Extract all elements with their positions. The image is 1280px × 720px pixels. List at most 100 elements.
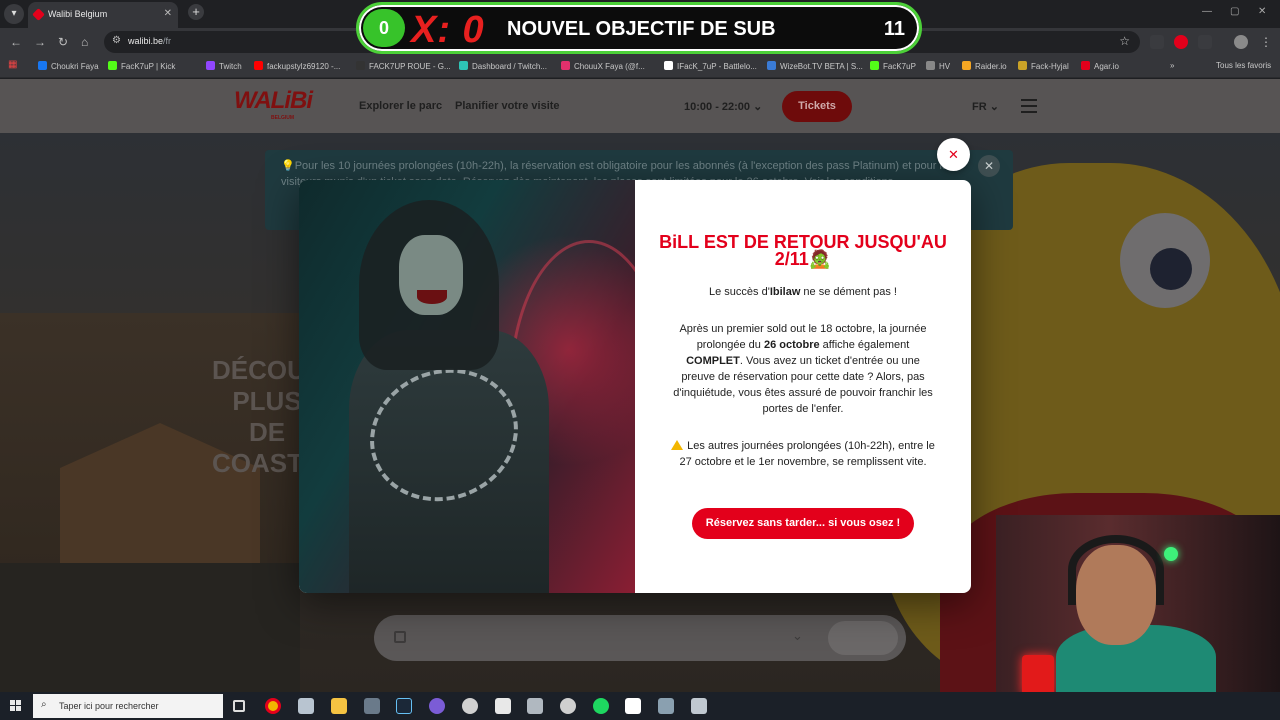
media-app-icon[interactable] xyxy=(691,698,707,714)
walibi-logo[interactable]: WALiBi xyxy=(234,87,313,115)
modal-intro: Le succès d'Ibilaw ne se dément pas ! xyxy=(709,286,897,298)
home-icon[interactable]: ⌂ xyxy=(81,35,88,49)
taskbar-search-input[interactable]: ⌕ Taper ici pour rechercher xyxy=(33,694,223,718)
bill-horror-image xyxy=(299,180,635,593)
browser-menu-icon[interactable]: ⋮ xyxy=(1260,35,1272,49)
chevron-down-icon[interactable]: ⌄ xyxy=(792,628,803,644)
bookmark-favicon-icon xyxy=(459,61,468,70)
sub-goal-progress: 0 xyxy=(363,9,405,47)
calendar-icon[interactable] xyxy=(394,631,406,643)
search-icon: ⌕ xyxy=(41,699,47,710)
booking-submit-button[interactable] xyxy=(828,621,898,655)
x-score: X: 0 xyxy=(411,9,485,51)
bookmark-favicon-icon xyxy=(254,61,263,70)
menu-icon[interactable] xyxy=(1021,99,1037,113)
extensions-puzzle-icon[interactable] xyxy=(1198,35,1212,49)
minimize-icon[interactable]: — xyxy=(1202,6,1212,17)
streaming-app-icon[interactable] xyxy=(429,698,445,714)
app-icon[interactable] xyxy=(527,698,543,714)
bookmark-favicon-icon xyxy=(767,61,776,70)
webcam-overlay xyxy=(996,515,1280,692)
bookmarks-bar: ▦ Choukri Faya FacK7uP | Kick Twitch fac… xyxy=(0,56,1280,78)
reload-icon[interactable]: ↻ xyxy=(58,35,68,49)
tickets-button[interactable]: Tickets xyxy=(782,91,852,122)
bookmark-item[interactable]: fackupstylz69120 -... xyxy=(254,61,340,71)
profile-avatar[interactable] xyxy=(1234,35,1248,49)
bookmark-favicon-icon xyxy=(38,61,47,70)
bookmark-item[interactable]: ChouuX Faya (@f... xyxy=(561,61,645,71)
bookmark-favicon-icon xyxy=(108,61,117,70)
tab-close-icon[interactable]: ✕ xyxy=(164,2,172,26)
bookmark-item[interactable]: Twitch xyxy=(206,61,242,71)
bookmark-item[interactable]: Raider.io xyxy=(962,61,1007,71)
bookmark-item[interactable]: WizeBot.TV BETA | S... xyxy=(767,61,863,71)
recording-app-icon[interactable] xyxy=(462,698,478,714)
apps-grid-icon[interactable]: ▦ xyxy=(8,59,17,70)
reserve-cta-button[interactable]: Réservez sans tarder... si vous osez ! xyxy=(692,508,914,539)
modal-content: BiLL EST DE RETOUR JUSQU'AU 2/11🧟 Le suc… xyxy=(635,180,971,593)
bookmark-item[interactable]: FacK7uP xyxy=(870,61,916,71)
extension-icon[interactable] xyxy=(1150,35,1164,49)
bookmark-favicon-icon xyxy=(870,61,879,70)
bookmark-favicon-icon xyxy=(561,61,570,70)
modal-body: Après un premier sold out le 18 octobre,… xyxy=(673,323,933,415)
tab-title: Walibi Belgium xyxy=(48,9,108,19)
steam-icon[interactable] xyxy=(396,698,412,714)
url-text: walibi.be/fr xyxy=(128,36,172,46)
walibi-favicon-icon xyxy=(32,8,45,21)
bookmark-favicon-icon xyxy=(206,61,215,70)
language-selector[interactable]: FR ⌄ xyxy=(972,100,999,113)
bookmark-item[interactable]: Choukri Faya xyxy=(38,61,99,71)
bookmark-item[interactable]: HV xyxy=(926,61,950,71)
nav-plan-link[interactable]: Planifier votre visite xyxy=(455,100,560,112)
all-bookmarks-link[interactable]: Tous les favoris xyxy=(1216,61,1271,70)
nav-explore-link[interactable]: Explorer le parc xyxy=(359,100,442,112)
maximize-icon[interactable]: ▢ xyxy=(1230,6,1239,17)
calculator-icon[interactable] xyxy=(658,698,674,714)
modal-title: BiLL EST DE RETOUR JUSQU'AU 2/11🧟 xyxy=(659,232,947,269)
bookmark-item[interactable]: Dashboard / Twitch... xyxy=(459,61,547,71)
bookmark-favicon-icon xyxy=(356,61,365,70)
spotify-icon[interactable] xyxy=(593,698,609,714)
bookmark-item[interactable]: Fack-Hyjal xyxy=(1018,61,1069,71)
banner-close-icon[interactable]: ✕ xyxy=(978,155,1000,177)
xbox-icon[interactable] xyxy=(560,698,576,714)
warning-icon xyxy=(671,440,684,450)
sub-goal-target: 11 xyxy=(883,18,905,40)
bookmark-item[interactable]: FacK7uP | Kick xyxy=(108,61,175,71)
opening-hours-dropdown[interactable]: 10:00 - 22:00 ⌄ xyxy=(684,100,762,113)
promo-modal: BiLL EST DE RETOUR JUSQU'AU 2/11🧟 Le suc… xyxy=(299,180,971,593)
site-info-icon[interactable]: ⚙ xyxy=(112,35,121,46)
chrome-icon[interactable] xyxy=(265,698,281,714)
window-close-icon[interactable]: ✕ xyxy=(1258,6,1266,17)
file-explorer-icon[interactable] xyxy=(331,698,347,714)
task-view-icon[interactable] xyxy=(233,700,245,712)
windows-start-icon[interactable] xyxy=(10,700,22,712)
extension-red-icon[interactable] xyxy=(1174,35,1188,49)
security-app-icon[interactable] xyxy=(364,698,380,714)
modal-close-button[interactable]: ✕ xyxy=(937,138,970,171)
bookmark-item[interactable]: IFacK_7uP - Battlelo... xyxy=(664,61,757,71)
windows-taskbar: ⌕ Taper ici pour rechercher xyxy=(0,692,1280,720)
new-tab-button[interactable]: + xyxy=(188,4,204,20)
back-icon[interactable]: ← xyxy=(10,35,22,49)
bookmark-favicon-icon xyxy=(1018,61,1027,70)
modal-warning: Les autres journées prolongées (10h-22h)… xyxy=(669,438,937,470)
notes-app-icon[interactable] xyxy=(625,698,641,714)
sub-goal-overlay: 0 X: 0 NOUVEL OBJECTIF DE SUB 11 xyxy=(356,2,922,54)
bookmark-star-icon[interactable]: ☆ xyxy=(1119,34,1130,48)
bookmark-favicon-icon xyxy=(664,61,673,70)
bookmark-favicon-icon xyxy=(926,61,935,70)
tab-search-icon[interactable]: ▾ xyxy=(4,4,24,24)
forward-icon[interactable]: → xyxy=(34,35,46,49)
sub-goal-label: NOUVEL OBJECTIF DE SUB xyxy=(507,18,776,40)
dc-app-icon[interactable] xyxy=(495,698,511,714)
site-header: WALiBi BELGIUM Explorer le parc Planifie… xyxy=(0,79,1280,133)
browser-tab[interactable]: Walibi Belgium ✕ xyxy=(28,2,178,28)
booking-bar: ⌄ xyxy=(374,615,906,661)
more-bookmarks-icon[interactable]: » xyxy=(1170,61,1174,70)
shield-app-icon[interactable] xyxy=(298,698,314,714)
bookmark-item[interactable]: FACK7UP ROUE - G... xyxy=(356,61,451,71)
bookmark-item[interactable]: Agar.io xyxy=(1081,61,1119,71)
bookmark-favicon-icon xyxy=(1081,61,1090,70)
